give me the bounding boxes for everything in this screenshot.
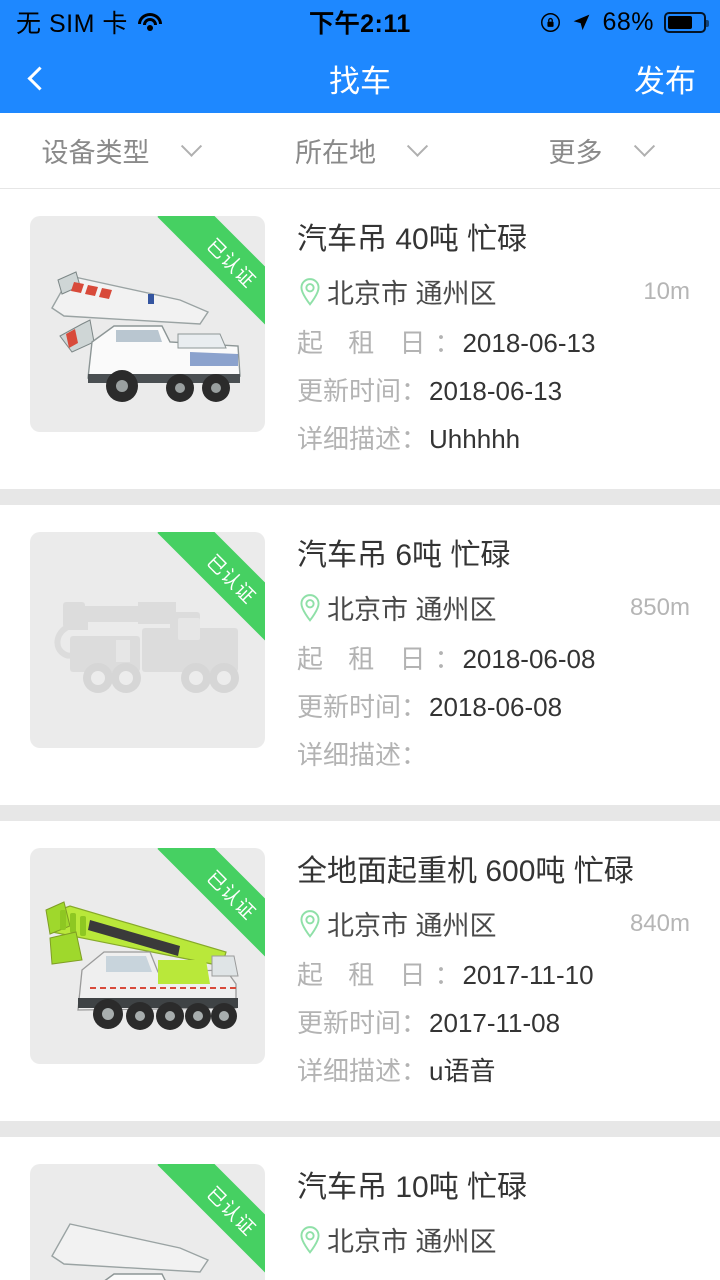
listing-title: 汽车吊 40吨 忙碌 [297,223,528,256]
listing-card[interactable]: 已认证 全地面起重机 600吨 忙碌 北京市 通州区 840m 起 租 日 ： … [0,821,720,1121]
chevron-left-icon [26,66,52,91]
update-time-label: 更新时间 [297,692,402,722]
listing-location-row: 北京市 通州区 10m [297,272,696,311]
list-separator [0,489,720,505]
colon: ： [401,740,428,770]
colon: ： [434,960,461,990]
listing-thumbnail[interactable]: 已认证 [30,1164,265,1280]
listing-location: 北京市 通州区 [327,911,497,941]
listing-thumbnail[interactable]: 已认证 [30,532,265,748]
listing-description-row: 详细描述 ： u语音 [297,1051,696,1088]
description-label: 详细描述 [297,1056,402,1086]
listing-rent-date-row: 起 租 日 ： 2017-11-10 [297,955,696,992]
chevron-down-icon [180,135,202,157]
back-button[interactable] [0,44,72,113]
navigation-bar: 找车 发布 [0,44,720,113]
listing-title: 汽车吊 10吨 忙碌 [297,1171,528,1204]
rotation-lock-icon [541,12,561,32]
filter-more[interactable]: 更多 [480,113,720,188]
listing-title: 全地面起重机 600吨 忙碌 [297,855,634,888]
description-value: u语音 [429,1056,496,1086]
filter-label: 更多 [548,138,603,168]
update-time-label: 更新时间 [297,1008,402,1038]
listing-rent-date-row: 起 租 日 ： 2018-06-13 [297,323,696,360]
listing-update-time-row: 更新时间 ： 2017-11-08 [297,1003,696,1040]
listing-card[interactable]: 已认证 汽车吊 40吨 忙碌 北京市 通州区 10m 起 租 日 ： 2018-… [0,189,720,489]
listing-location: 北京市 通州区 [327,1227,497,1257]
listing-location-row: 北京市 通州区 840m [297,904,696,943]
colon: ： [401,692,428,722]
map-pin-icon [300,593,320,622]
colon: ： [401,1008,428,1038]
location-arrow-icon [574,14,590,30]
filter-equipment-type[interactable]: 设备类型 [0,113,240,188]
listing-title: 汽车吊 6吨 忙碌 [297,539,511,572]
listing-distance: 840m [629,909,690,937]
listing-thumbnail[interactable]: 已认证 [30,216,265,432]
listing-rent-date-row: 起 租 日 ： 2018-06-08 [297,639,696,676]
carrier-label: 无 SIM 卡 [16,10,128,38]
filter-label: 设备类型 [41,138,150,168]
listing-info: 汽车吊 6吨 忙碌 北京市 通州区 850m 起 租 日 ： 2018-06-0… [265,532,696,783]
rent-date-value: 2018-06-08 [462,644,596,674]
map-pin-icon [300,277,320,306]
listing-location: 北京市 通州区 [327,279,497,309]
listing-location-row: 北京市 通州区 850m [297,588,696,627]
filter-label: 所在地 [295,138,376,168]
status-bar-left: 无 SIM 卡 [0,4,163,40]
update-time-value: 2017-11-08 [429,1008,561,1038]
listing-update-time-row: 更新时间 ： 2018-06-13 [297,371,696,408]
listing-info: 汽车吊 40吨 忙碌 北京市 通州区 10m 起 租 日 ： 2018-06-1… [265,216,696,467]
rent-date-label: 起 租 日 [297,960,435,990]
chevron-down-icon [633,135,655,157]
listing-distance: 850m [629,593,690,621]
colon: ： [434,328,461,358]
filter-location[interactable]: 所在地 [240,113,480,188]
rent-date-label: 起 租 日 [297,644,435,674]
listing-distance: 10m [643,277,690,305]
chevron-down-icon [406,135,429,157]
publish-button[interactable]: 发布 [634,56,720,101]
page-title: 找车 [329,64,391,99]
listing-card[interactable]: 已认证 汽车吊 6吨 忙碌 北京市 通州区 850m 起 租 日 ： 2018-… [0,505,720,805]
colon: ： [401,1056,428,1086]
description-label: 详细描述 [297,424,402,454]
status-bar-right: 68% [540,8,720,37]
status-bar: 无 SIM 卡 下午2:11 68% [0,0,720,44]
update-time-value: 2018-06-08 [429,692,563,722]
map-pin-icon [300,909,320,938]
listing-update-time-row: 更新时间 ： 2018-06-08 [297,687,696,724]
update-time-label: 更新时间 [297,376,402,406]
rent-date-value: 2017-11-10 [462,960,594,990]
battery-icon [664,11,709,33]
wifi-icon [137,12,163,32]
colon: ： [434,644,461,674]
battery-percent-label: 68% [602,7,654,36]
description-value: Uhhhhh [429,424,521,454]
listing-thumbnail[interactable]: 已认证 [30,848,265,1064]
update-time-value: 2018-06-13 [429,376,563,406]
description-label: 详细描述 [297,740,402,770]
filter-bar: 设备类型 所在地 更多 [0,113,720,189]
list-separator [0,805,720,821]
rent-date-value: 2018-06-13 [462,328,596,358]
listing-card[interactable]: 已认证 汽车吊 10吨 忙碌 北京市 通州区 [0,1137,720,1280]
listing-description-row: 详细描述 ： Uhhhhh [297,419,696,456]
listing-info: 汽车吊 10吨 忙碌 北京市 通州区 [265,1164,696,1280]
list-separator [0,1121,720,1137]
listing-description-row: 详细描述 ： [297,735,696,772]
rent-date-label: 起 租 日 [297,328,435,358]
colon: ： [401,424,428,454]
listing-location-row: 北京市 通州区 [297,1220,696,1259]
colon: ： [401,376,428,406]
listing-location: 北京市 通州区 [327,595,497,625]
map-pin-icon [300,1225,320,1254]
listing-list: 已认证 汽车吊 40吨 忙碌 北京市 通州区 10m 起 租 日 ： 2018-… [0,189,720,1280]
listing-info: 全地面起重机 600吨 忙碌 北京市 通州区 840m 起 租 日 ： 2017… [265,848,696,1099]
